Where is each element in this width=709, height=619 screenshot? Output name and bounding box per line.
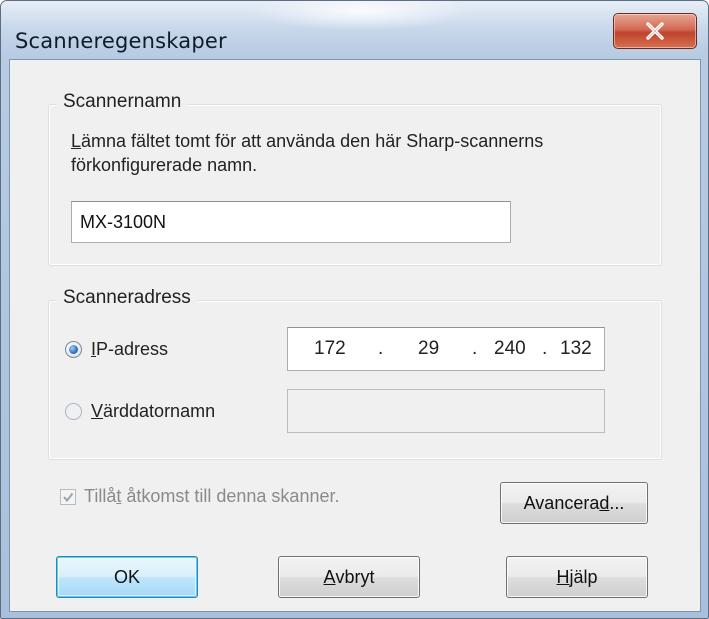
hostname-option[interactable]: Värddatornamn <box>65 401 215 422</box>
help-button[interactable]: Hjälp <box>506 556 648 598</box>
ip-octet-2[interactable]: 29 <box>418 338 439 360</box>
hostname-field[interactable] <box>287 389 605 433</box>
description-accelerator: L <box>71 131 82 151</box>
title-bar-glow <box>251 1 471 31</box>
title-bar[interactable]: Scanneregenskaper <box>1 1 708 59</box>
description-line2: förkonfigurerade namn. <box>71 155 258 175</box>
hostname-label: ärddatornamn <box>103 401 216 421</box>
cancel-button[interactable]: Avbryt <box>278 556 420 598</box>
ip-octet-3[interactable]: 240 <box>494 338 526 360</box>
close-x-icon <box>646 22 664 40</box>
allow-access-label-post: åtkomst till denna skanner. <box>121 486 340 506</box>
ip-octet-1[interactable]: 172 <box>314 338 346 360</box>
hostname-radio[interactable] <box>65 403 82 420</box>
ip-address-label: P-adress <box>96 339 169 359</box>
close-button[interactable] <box>613 13 697 49</box>
dialog-client-area: Scannernamn Lämna fältet tomt för att an… <box>9 59 701 612</box>
ip-octet-4[interactable]: 132 <box>560 338 592 360</box>
ip-address-option[interactable]: I P-adress <box>65 339 168 360</box>
hostname-accelerator: V <box>91 401 104 421</box>
allow-access-option[interactable]: Tillå t åtkomst till denna skanner. <box>60 486 339 507</box>
help-label: jälp <box>569 566 598 587</box>
scanner-address-group: Scanneradress I P-adress 172 . 29 . 240 .… <box>48 287 662 460</box>
scanner-name-description: Lämna fältet tomt för att använda den hä… <box>71 129 651 177</box>
checkmark-icon <box>63 492 74 502</box>
help-accelerator: H <box>556 566 570 587</box>
advanced-accelerator: d <box>599 492 610 513</box>
ip-address-field[interactable]: 172 . 29 . 240 . 132 <box>287 327 605 371</box>
scanner-name-input[interactable] <box>71 201 511 243</box>
advanced-label-pre: Avancera <box>523 492 600 513</box>
description-line1: ämna fältet tomt för att använda den här… <box>81 131 544 151</box>
allow-access-checkbox[interactable] <box>60 488 76 505</box>
cancel-accelerator: A <box>323 566 336 587</box>
ip-separator-2: . <box>472 338 478 359</box>
scanner-name-group-label: Scannernamn <box>57 91 188 113</box>
advanced-button[interactable]: Avancera d... <box>500 482 648 524</box>
advanced-label-post: ... <box>609 492 625 513</box>
scanner-address-group-label: Scanneradress <box>57 287 197 309</box>
ip-separator-3: . <box>542 338 548 359</box>
ip-address-radio[interactable] <box>65 341 82 358</box>
ok-button[interactable]: OK <box>56 556 198 598</box>
allow-access-label-pre: Tillå <box>84 486 117 506</box>
window-title: Scanneregenskaper <box>15 29 227 53</box>
ip-separator-1: . <box>378 338 384 359</box>
dialog-window: Scanneregenskaper Scannernamn Lämna fält… <box>0 0 709 619</box>
cancel-label: vbryt <box>335 566 375 587</box>
scanner-name-group: Scannernamn Lämna fältet tomt för att an… <box>48 91 662 266</box>
